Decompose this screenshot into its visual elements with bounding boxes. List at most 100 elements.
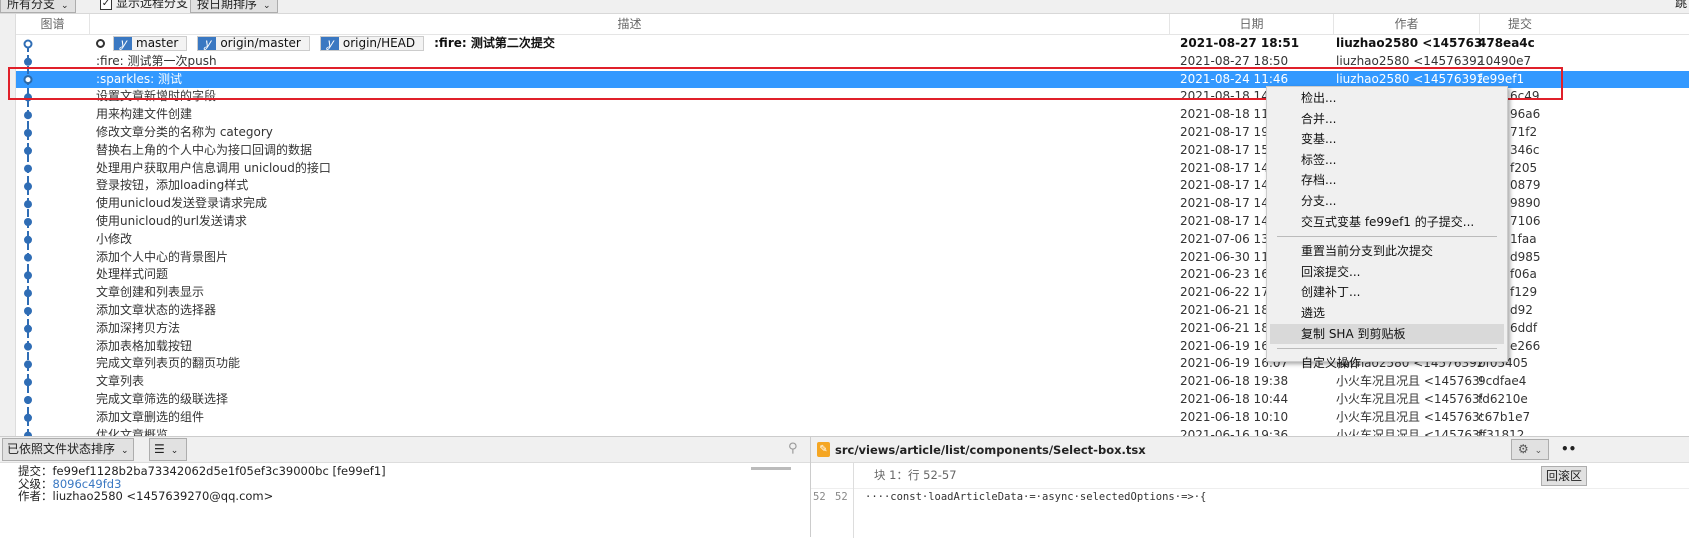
- pencil-icon: ✎: [817, 442, 830, 457]
- branch-icon: ỿ: [320, 37, 339, 50]
- commit-message: 添加个人中心的背景图片: [96, 249, 229, 264]
- description-cell: 文章列表: [96, 373, 1166, 391]
- menu-item[interactable]: 复制 SHA 到剪贴板: [1270, 323, 1504, 345]
- commit-date: 2021-06-18 19:38: [1180, 374, 1289, 389]
- file-sort-dropdown[interactable]: 已依照文件状态排序 ⌄: [2, 438, 134, 461]
- commit-message: 完成文章筛选的级联选择: [96, 391, 229, 406]
- commit-message: 使用unicloud的url发送请求: [96, 213, 247, 228]
- menu-item[interactable]: 自定义操作: [1267, 353, 1507, 374]
- menu-item[interactable]: 交互式变基 fe99ef1 的子提交...: [1267, 212, 1507, 233]
- view-mode-dropdown[interactable]: ☰ ⌄: [149, 438, 187, 461]
- branch-name: origin/HEAD: [342, 36, 416, 50]
- menu-item[interactable]: 检出...: [1267, 88, 1507, 109]
- branch-name: origin/master: [220, 36, 301, 50]
- column-author[interactable]: 作者: [1334, 14, 1480, 35]
- description-cell: 替换右上角的个人中心为接口回调的数据: [96, 142, 1166, 160]
- branch-badge[interactable]: ỿ master: [113, 36, 188, 51]
- menu-item[interactable]: 合并...: [1267, 109, 1507, 130]
- description-cell: 使用unicloud的url发送请求: [96, 213, 1166, 231]
- menu-item[interactable]: 存档...: [1267, 170, 1507, 191]
- menu-separator: [1277, 236, 1497, 238]
- author-value: liuzhao2580 <1457639270@qq.com>: [52, 489, 274, 503]
- menu-separator: [1277, 348, 1497, 350]
- chevron-down-icon: ⌄: [61, 1, 69, 11]
- sort-dropdown[interactable]: 按日期排序 ⌄: [190, 0, 278, 13]
- commit-message: 小修改: [96, 231, 133, 246]
- sort-label: 按日期排序: [197, 0, 258, 11]
- commit-node: [24, 218, 32, 226]
- commit-node: [24, 253, 32, 262]
- search-icon[interactable]: ⚲: [788, 441, 798, 456]
- commit-message: 添加文章状态的选择器: [96, 302, 217, 317]
- commit-node: [24, 360, 32, 369]
- menu-item[interactable]: 分支...: [1267, 191, 1507, 212]
- menu-item[interactable]: 标签...: [1267, 150, 1507, 171]
- commit-message: 用来构建文件创建: [96, 107, 193, 122]
- commit-message: 文章创建和列表显示: [96, 285, 205, 300]
- menu-item[interactable]: 回滚提交...: [1267, 262, 1507, 283]
- description-cell: 处理用户获取用户信息调用 unicloud的接口: [96, 160, 1166, 178]
- commit-hash: 9cdfae4: [1478, 374, 1527, 389]
- commit-message: :fire: 测试第二次提交: [434, 36, 555, 50]
- description-cell: 完成文章列表页的翻页功能: [96, 355, 1166, 373]
- hunk-label: 块 1：行 52-57: [874, 468, 957, 482]
- commit-hash: c67b1e7: [1478, 409, 1531, 424]
- commit-row[interactable]: 文章列表 2021-06-18 19:38 小火车况且况且 <14576392 9cd…: [16, 373, 1689, 391]
- commit-node: [24, 235, 32, 244]
- commit-node: [24, 307, 32, 315]
- description-cell: 修改文章分类的名称为 category: [96, 124, 1166, 142]
- hunk-header: 块 1：行 52-57 回滚区: [811, 463, 1689, 489]
- commit-node: [24, 182, 32, 191]
- commit-node: [24, 378, 32, 387]
- menu-item[interactable]: 重置当前分支到此次提交: [1267, 241, 1507, 262]
- show-remote-checkbox[interactable]: ✓: [100, 0, 112, 10]
- commit-author: liuzhao2580 <145763927(: [1336, 36, 1482, 50]
- menu-item[interactable]: 遴选: [1267, 303, 1507, 324]
- branch-filter-dropdown[interactable]: 所有分支 ⌄: [0, 0, 76, 13]
- column-graph[interactable]: 图谱: [16, 14, 90, 35]
- commit-node: [24, 164, 32, 173]
- old-line-number: 52: [813, 491, 826, 503]
- head-indicator-icon: [96, 39, 105, 48]
- commit-author: 小火车况且况且 <14576392: [1336, 374, 1482, 389]
- commit-date: 2021-06-18 10:10: [1180, 409, 1289, 424]
- show-remote-label: 显示远程分支: [116, 0, 189, 10]
- context-menu: 检出... 合并... 变基... 标签... 存档... 分支... 交互式变基 fe99…: [1266, 86, 1508, 370]
- description-cell: 添加深拷贝方法: [96, 320, 1166, 338]
- more-icon[interactable]: ••: [1561, 437, 1576, 461]
- splitter-handle[interactable]: [751, 467, 791, 470]
- commit-message: 处理用户获取用户信息调用 unicloud的接口: [96, 160, 331, 175]
- description-cell: 小修改: [96, 231, 1166, 249]
- menu-item[interactable]: 变基...: [1267, 129, 1507, 150]
- description-cell: 处理样式问题: [96, 266, 1166, 284]
- branch-badge[interactable]: ỿ origin/master: [197, 36, 310, 51]
- commit-message: 添加深拷贝方法: [96, 320, 181, 335]
- description-cell: 登录按钮，添加loading样式: [96, 177, 1166, 195]
- description-cell: 添加文章状态的选择器: [96, 302, 1166, 320]
- description-cell: 添加表格加载按钮: [96, 338, 1166, 356]
- jump-button[interactable]: 跳: [1675, 0, 1687, 11]
- commit-details: 提交：fe99ef1128b2ba73342062d5e1f05ef3c3900…: [0, 463, 810, 503]
- commit-node: [24, 396, 32, 404]
- menu-item[interactable]: 创建补丁...: [1267, 282, 1507, 303]
- description-cell: 使用unicloud发送登录请求完成: [96, 195, 1166, 213]
- commit-row[interactable]: ỿ master ỿ origin/master ỿ origin/HEAD:fire: …: [16, 35, 1689, 53]
- branch-filter-label: 所有分支: [7, 0, 56, 11]
- commit-message: 添加表格加载按钮: [96, 338, 193, 353]
- commit-message: 登录按钮，添加loading样式: [96, 178, 249, 193]
- branch-badge[interactable]: ỿ origin/HEAD: [319, 36, 425, 51]
- commit-node: [24, 200, 32, 209]
- chevron-down-icon: ⌄: [121, 446, 129, 456]
- description-cell: 添加个人中心的背景图片: [96, 249, 1166, 267]
- chevron-down-icon: ⌄: [263, 1, 271, 11]
- file-list-toolbar: 已依照文件状态排序 ⌄ ☰ ⌄ ⚲: [0, 437, 810, 463]
- column-date[interactable]: 日期: [1170, 14, 1334, 35]
- column-commit[interactable]: 提交: [1480, 14, 1560, 35]
- new-line-number: 52: [835, 491, 848, 503]
- commit-row[interactable]: 完成文章筛选的级联选择 2021-06-18 10:44 小火车况且况且 <1457…: [16, 391, 1689, 409]
- revert-hunk-button[interactable]: 回滚区: [1541, 466, 1588, 486]
- settings-dropdown[interactable]: ⚙ ⌄: [1511, 439, 1549, 460]
- column-description[interactable]: 描述: [90, 14, 1170, 35]
- description-cell: 添加文章删选的组件: [96, 409, 1166, 427]
- commit-row[interactable]: 添加文章删选的组件 2021-06-18 10:10 小火车况且况且 <145763…: [16, 409, 1689, 427]
